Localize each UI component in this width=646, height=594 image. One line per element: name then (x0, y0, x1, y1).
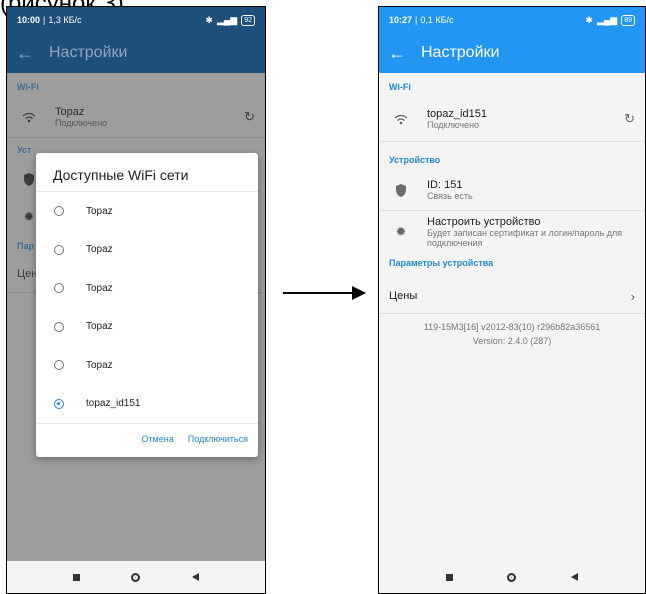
wifi-status: Подключено (427, 120, 480, 130)
app-bar: ← Настройки (7, 33, 265, 73)
wifi-icon (17, 112, 41, 123)
device-id: ID: 151 (427, 179, 463, 191)
status-bar: 10:27 | 0,1 КБ/с ✱ ▂▄▆ 89 (379, 7, 645, 33)
arrow-head-icon (352, 286, 366, 300)
app-version: Version: 2.4.0 (287) (472, 336, 552, 346)
connect-button[interactable]: Подключиться (188, 434, 248, 444)
signal-icon: ▂▄▆ (596, 14, 618, 25)
status-time: 10:00 (17, 15, 41, 25)
status-speed: 1,3 КБ/с (48, 15, 82, 25)
page-title: Настройки (421, 44, 500, 61)
network-option[interactable]: Topaz (36, 231, 258, 270)
signal-icon: ▂▄▆ (216, 14, 238, 25)
radio-unchecked-icon[interactable] (54, 206, 64, 217)
radio-unchecked-icon[interactable] (54, 360, 64, 371)
status-speed: 0,1 КБ/с (420, 15, 454, 25)
prices-item[interactable]: Цены › (379, 279, 645, 313)
section-header-device: Устройство (389, 155, 441, 165)
configure-device-item[interactable]: ✹ Настроить устройство Будет записан сер… (379, 211, 645, 253)
network-option[interactable]: Topaz (36, 269, 258, 308)
radio-unchecked-icon[interactable] (54, 283, 64, 294)
wifi-network-name: topaz_id151 (427, 108, 487, 120)
system-nav-bar (379, 561, 645, 593)
section-header-params: Параметры устройства (389, 258, 494, 268)
back-triangle-icon[interactable] (192, 573, 200, 581)
phone-screen-after: 10:27 | 0,1 КБ/с ✱ ▂▄▆ 89 ← Настройки Wi… (378, 6, 646, 594)
bluetooth-icon: ✱ (585, 14, 593, 25)
prices-label: Цены (389, 290, 418, 302)
transition-arrow (283, 292, 355, 294)
back-arrow-icon[interactable]: ← (379, 43, 415, 64)
section-header-wifi: Wi-Fi (389, 82, 411, 92)
network-option[interactable]: Topaz (36, 346, 258, 385)
back-arrow-icon[interactable]: ← (7, 43, 43, 64)
shield-icon (389, 183, 413, 197)
section-header-wifi: Wi-Fi (17, 82, 39, 92)
dialog-title: Доступные WiFi сети (53, 167, 189, 183)
device-id-item: ID: 151 Связь есть (379, 170, 645, 210)
prices-label: Цен (17, 268, 38, 280)
app-bar: ← Настройки (379, 33, 645, 73)
status-time: 10:27 (389, 15, 413, 25)
wifi-icon (389, 114, 413, 125)
configure-device-subtitle: Будет записан сертификат и логин/пароль … (427, 228, 623, 248)
chevron-right-icon: › (630, 288, 635, 304)
bluetooth-icon: ✱ (205, 14, 213, 25)
wifi-networks-dialog: Доступные WiFi сети Topaz Topaz Topaz To… (36, 153, 258, 457)
network-options: Topaz Topaz Topaz Topaz Topaz topaz_id15… (36, 191, 258, 424)
network-option-selected[interactable]: topaz_id151 (36, 385, 258, 424)
battery-icon: 89 (621, 14, 635, 26)
settings-list: Wi-Fi topaz_id151 Подключено ↻ Устройств… (379, 73, 645, 561)
radio-checked-icon[interactable] (54, 398, 64, 409)
configure-device-title: Настроить устройство (427, 216, 541, 228)
refresh-icon[interactable]: ↻ (235, 109, 255, 125)
gear-icon: ✹ (395, 224, 407, 239)
recents-icon[interactable] (446, 573, 454, 581)
wifi-network-name: Topaz (55, 106, 85, 118)
cancel-button[interactable]: Отмена (141, 434, 173, 444)
firmware-version: 119-15М3[16] v2012-83(10) r296b82a36561 (423, 322, 601, 332)
system-nav-bar (7, 561, 265, 593)
status-bar: 10:00 | 1,3 КБ/с ✱ ▂▄▆ 92 (7, 7, 265, 33)
connection-status: Связь есть (427, 191, 473, 201)
page-title: Настройки (49, 44, 128, 61)
radio-unchecked-icon[interactable] (54, 321, 64, 332)
network-option[interactable]: Topaz (36, 308, 258, 347)
wifi-status: Подключено (55, 118, 108, 128)
dialog-actions: Отмена Подключиться (36, 424, 258, 444)
home-icon[interactable] (507, 572, 517, 582)
home-icon[interactable] (131, 572, 141, 582)
battery-icon: 92 (241, 14, 255, 26)
phone-screen-before: 10:00 | 1,3 КБ/с ✱ ▂▄▆ 92 ← Настройки Wi… (6, 6, 266, 594)
recents-icon[interactable] (72, 573, 80, 581)
network-option[interactable]: Topaz (36, 192, 258, 231)
back-triangle-icon[interactable] (570, 573, 578, 581)
wifi-item[interactable]: Topaz Подключено ↻ (7, 97, 265, 137)
radio-unchecked-icon[interactable] (54, 244, 64, 255)
refresh-icon[interactable]: ↻ (615, 111, 635, 127)
wifi-item[interactable]: topaz_id151 Подключено ↻ (379, 97, 645, 141)
